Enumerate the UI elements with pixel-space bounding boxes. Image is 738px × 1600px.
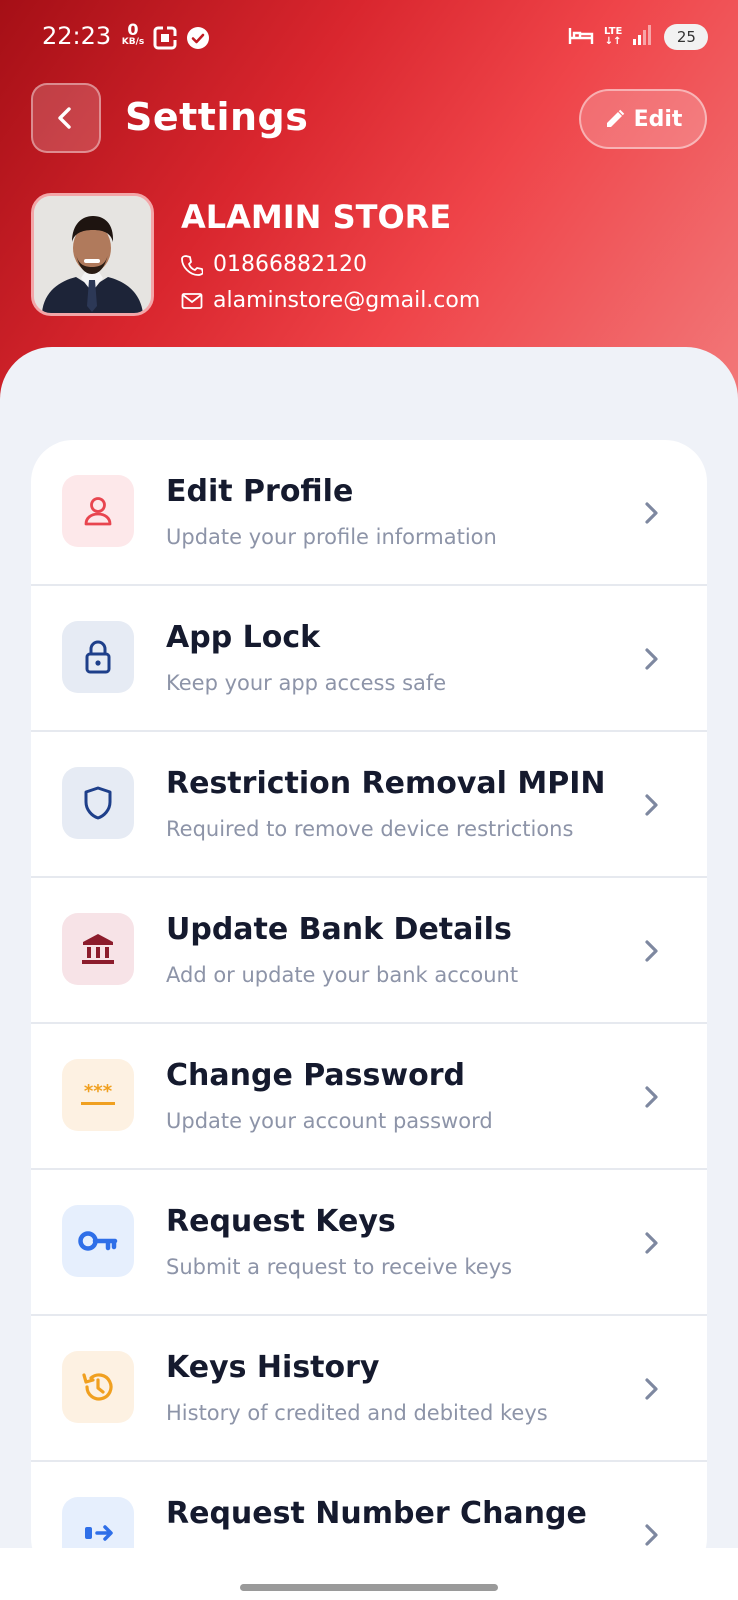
status-time: 22:23	[42, 22, 112, 50]
net-speed: 0 KB/s	[118, 22, 148, 47]
settings-card: Edit Profile Update your profile informa…	[31, 440, 707, 1580]
settings-item-bank-details[interactable]: Update Bank Details Add or update your b…	[31, 878, 707, 1024]
settings-item-app-lock[interactable]: App Lock Keep your app access safe	[31, 586, 707, 732]
chevron-right-icon	[645, 940, 658, 962]
settings-item-subtitle: Keep your app access safe	[166, 671, 447, 695]
scan-icon	[153, 26, 177, 54]
key-icon	[62, 1205, 134, 1277]
status-bar: 22:23 0 KB/s LTE ↓↑ 25	[0, 0, 738, 70]
email-address: alaminstore@gmail.com	[213, 288, 481, 313]
settings-item-subtitle: Submit a request to receive keys	[166, 1255, 513, 1279]
chevron-right-icon	[645, 1232, 658, 1254]
chevron-right-icon	[645, 1524, 658, 1546]
chevron-right-icon	[645, 794, 658, 816]
settings-item-keys-history[interactable]: Keys History History of credited and deb…	[31, 1316, 707, 1462]
status-right: LTE ↓↑ 25	[568, 24, 709, 50]
settings-item-subtitle: Add or update your bank account	[166, 963, 519, 987]
avatar	[31, 193, 154, 316]
settings-item-title: Request Keys	[166, 1204, 396, 1239]
user-icon	[62, 475, 134, 547]
store-name: ALAMIN STORE	[181, 198, 452, 236]
chevron-right-icon	[645, 648, 658, 670]
phone-number: 01866882120	[213, 252, 367, 277]
settings-item-title: Update Bank Details	[166, 912, 512, 947]
page-title: Settings	[125, 95, 309, 139]
settings-item-request-keys[interactable]: Request Keys Submit a request to receive…	[31, 1170, 707, 1316]
settings-item-subtitle: Update your profile information	[166, 525, 497, 549]
settings-item-subtitle: Required to remove device restrictions	[166, 817, 574, 841]
check-circle-icon	[186, 26, 210, 54]
net-speed-unit: KB/s	[121, 37, 145, 47]
pencil-icon	[606, 109, 624, 127]
battery-indicator: 25	[664, 24, 709, 50]
settings-item-subtitle: History of credited and debited keys	[166, 1401, 548, 1425]
chevron-right-icon	[645, 1378, 658, 1400]
settings-item-title: Request Number Change	[166, 1496, 587, 1531]
lte-indicator: LTE ↓↑	[604, 26, 623, 47]
bank-icon	[62, 913, 134, 985]
phone-row: 01866882120	[181, 252, 367, 277]
settings-item-title: Restriction Removal MPIN	[166, 766, 606, 801]
edit-button-label: Edit	[633, 106, 683, 132]
home-indicator[interactable]	[240, 1584, 498, 1591]
settings-item-subtitle: Update your account password	[166, 1109, 493, 1133]
password-icon: ***	[62, 1059, 134, 1131]
navigation-bar	[0, 1548, 738, 1600]
history-icon	[62, 1351, 134, 1423]
settings-item-title: Change Password	[166, 1058, 465, 1093]
chevron-right-icon	[645, 1086, 658, 1108]
svg-text:***: ***	[84, 1081, 113, 1102]
chevron-right-icon	[645, 502, 658, 524]
edit-button[interactable]: Edit	[579, 89, 707, 149]
settings-item-title: App Lock	[166, 620, 321, 655]
email-row: alaminstore@gmail.com	[181, 288, 480, 313]
signal-icon	[632, 24, 654, 50]
shield-icon	[62, 767, 134, 839]
lock-icon	[62, 621, 134, 693]
settings-item-title: Edit Profile	[166, 474, 354, 509]
settings-item-title: Keys History	[166, 1350, 380, 1385]
bed-icon	[568, 24, 594, 50]
settings-item-edit-profile[interactable]: Edit Profile Update your profile informa…	[31, 440, 707, 586]
settings-item-restriction-mpin[interactable]: Restriction Removal MPIN Required to rem…	[31, 732, 707, 878]
phone-icon	[181, 254, 203, 276]
net-speed-value: 0	[127, 20, 139, 39]
back-button[interactable]	[31, 83, 101, 153]
mail-icon	[181, 292, 203, 309]
chevron-left-icon	[58, 107, 71, 129]
settings-item-change-password[interactable]: *** Change Password Update your account …	[31, 1024, 707, 1170]
